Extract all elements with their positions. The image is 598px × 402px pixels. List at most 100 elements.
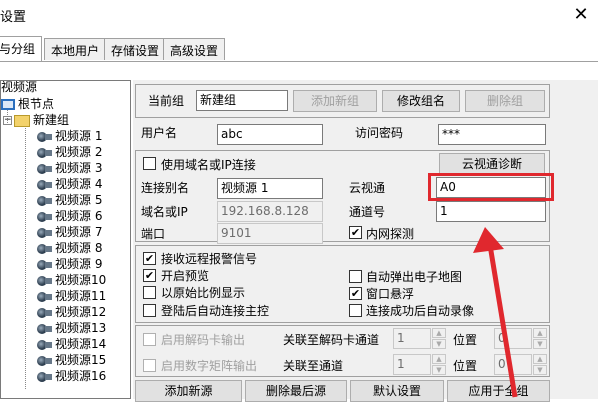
use-domain-label: 使用域名或IP连接 xyxy=(161,158,256,172)
spin-up-icon[interactable]: ▲ xyxy=(533,328,547,338)
close-icon[interactable]: ✕ xyxy=(566,2,596,28)
panel-right-edge xyxy=(581,80,598,399)
spin-down-icon[interactable]: ▼ xyxy=(432,339,446,349)
auto-connect-main-label: 登陆后自动连接主控 xyxy=(161,304,270,318)
port-label: 端口 xyxy=(141,227,166,241)
tree-item[interactable]: 视频源 2 xyxy=(37,144,102,160)
tab-divider xyxy=(0,61,598,62)
tab-sources-groups[interactable]: 与分组 xyxy=(0,36,43,61)
tree-item[interactable]: 视频源11 xyxy=(37,288,106,304)
window-float-checkbox[interactable]: ✔ xyxy=(349,287,362,300)
lan-probe-label: 内网探测 xyxy=(366,227,415,241)
password-label: 访问密码 xyxy=(355,126,404,140)
tree-item[interactable]: 视频源 5 xyxy=(37,192,102,208)
rename-group-button[interactable]: 修改组名 xyxy=(382,90,460,112)
camera-icon xyxy=(37,339,52,351)
window-float-label: 窗口悬浮 xyxy=(366,287,415,301)
username-input[interactable]: abc xyxy=(217,124,323,145)
password-input[interactable]: *** xyxy=(438,124,546,145)
camera-icon xyxy=(37,179,52,191)
receive-alarm-checkbox[interactable]: ✔ xyxy=(143,252,156,265)
tree-item[interactable]: 视频源 4 xyxy=(37,176,102,192)
tree-item[interactable]: 视频源10 xyxy=(37,272,106,288)
tree-root-node[interactable]: 根节点 xyxy=(1,96,54,112)
receive-alarm-label: 接收远程报警信号 xyxy=(161,252,258,266)
matrix-output-checkbox[interactable] xyxy=(143,359,156,372)
position-spinner[interactable]: ▲ ▼ xyxy=(533,328,547,349)
cloud-diagnose-button[interactable]: 云视通诊断 xyxy=(439,153,545,175)
tree-item[interactable]: 视频源 8 xyxy=(37,240,102,256)
position-spinner-2[interactable]: ▲ ▼ xyxy=(533,354,547,375)
channel-input[interactable]: 1 xyxy=(436,201,546,222)
tree-item[interactable]: 视频源 7 xyxy=(37,224,102,240)
tree-item[interactable]: 视频源13 xyxy=(37,320,106,336)
spin-up-icon[interactable]: ▲ xyxy=(432,354,446,364)
camera-icon xyxy=(37,371,52,383)
delete-group-button[interactable]: 删除组 xyxy=(465,90,545,112)
tree-item[interactable]: 视频源12 xyxy=(37,304,106,320)
tree-item[interactable]: 视频源14 xyxy=(37,336,106,352)
start-preview-label: 开启预览 xyxy=(161,269,210,283)
tree-group-node[interactable]: − 新建组 xyxy=(3,112,69,128)
tab-local-users[interactable]: 本地用户 xyxy=(44,38,107,60)
annotation-arrow-icon xyxy=(473,227,518,398)
host-label: 域名或IP xyxy=(141,205,188,219)
auto-record-checkbox[interactable] xyxy=(349,304,362,317)
alias-label: 连接别名 xyxy=(141,181,190,195)
tree-item[interactable]: 视频源16 xyxy=(37,368,106,384)
lan-probe-checkbox[interactable]: ✔ xyxy=(349,226,362,239)
camera-icon xyxy=(37,163,52,175)
source-tree[interactable]: 视频源 根节点 − 新建组 视频源 1 视频源 2 视频源 3 视频源 4 视频源… xyxy=(0,80,131,399)
camera-icon xyxy=(37,131,52,143)
matrix-output-label: 启用数字矩阵输出 xyxy=(161,359,258,373)
tab-strip: 与分组 本地用户 存储设置 高级设置 xyxy=(0,36,598,62)
spin-down-icon[interactable]: ▼ xyxy=(533,339,547,349)
tree-item[interactable]: 视频源 6 xyxy=(37,208,102,224)
camera-icon xyxy=(37,243,52,255)
highlight-box xyxy=(428,173,554,201)
auto-connect-main-checkbox[interactable] xyxy=(143,304,156,317)
username-label: 用户名 xyxy=(141,126,178,140)
channel-label: 通道号 xyxy=(349,205,386,219)
matrix-channel-spinner[interactable]: ▲ ▼ xyxy=(432,354,446,375)
folder-icon xyxy=(14,114,30,127)
current-group-label: 当前组 xyxy=(148,94,185,108)
original-ratio-checkbox[interactable] xyxy=(143,286,156,299)
start-preview-checkbox[interactable]: ✔ xyxy=(143,269,156,282)
tree-item[interactable]: 视频源15 xyxy=(37,352,106,368)
camera-icon xyxy=(37,195,52,207)
matrix-channel-input[interactable]: 1 xyxy=(393,354,431,375)
host-input[interactable]: 192.168.8.128 xyxy=(217,201,323,222)
add-group-button[interactable]: 添加新组 xyxy=(293,90,377,112)
camera-icon xyxy=(37,259,52,271)
camera-icon xyxy=(37,275,52,287)
alias-input[interactable]: 视频源 1 xyxy=(217,178,323,199)
camera-icon xyxy=(37,227,52,239)
tab-advanced-settings[interactable]: 高级设置 xyxy=(163,38,226,60)
spin-down-icon[interactable]: ▼ xyxy=(533,365,547,375)
tree-item[interactable]: 视频源 3 xyxy=(37,160,102,176)
auto-popup-map-label: 自动弹出电子地图 xyxy=(366,270,463,284)
use-domain-checkbox[interactable] xyxy=(143,157,156,170)
spin-down-icon[interactable]: ▼ xyxy=(432,365,446,375)
port-input[interactable]: 9101 xyxy=(217,223,323,244)
camera-icon xyxy=(37,211,52,223)
decode-channel-spinner[interactable]: ▲ ▼ xyxy=(432,328,446,349)
tree-item[interactable]: 视频源 1 xyxy=(37,128,102,144)
original-ratio-label: 以原始比例显示 xyxy=(161,286,246,300)
spin-up-icon[interactable]: ▲ xyxy=(432,328,446,338)
auto-record-label: 连接成功后自动录像 xyxy=(366,304,475,318)
window-title: 设置 xyxy=(0,10,27,25)
decode-output-checkbox[interactable] xyxy=(143,333,156,346)
current-group-input[interactable]: 新建组 xyxy=(196,90,288,111)
link-decode-channel-label: 关联至解码卡通道 xyxy=(283,333,380,347)
monitor-icon xyxy=(1,99,15,110)
spin-up-icon[interactable]: ▲ xyxy=(533,354,547,364)
camera-icon xyxy=(37,291,52,303)
auto-popup-map-checkbox[interactable] xyxy=(349,270,362,283)
camera-icon xyxy=(37,307,52,319)
tree-item[interactable]: 视频源 9 xyxy=(37,256,102,272)
collapse-icon[interactable]: − xyxy=(3,116,12,125)
tab-storage-settings[interactable]: 存储设置 xyxy=(104,38,167,60)
decode-channel-input[interactable]: 1 xyxy=(393,328,431,349)
